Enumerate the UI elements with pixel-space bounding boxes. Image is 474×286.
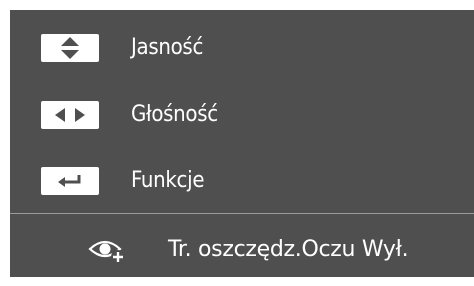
eye-saver-icon <box>87 235 129 269</box>
divider <box>10 213 474 214</box>
menu-item-brightness[interactable]: Jasność <box>10 34 474 94</box>
eye-saver-status-text: Tr. oszczędz.Oczu Wył. <box>168 237 409 262</box>
osd-menu-panel: Jasność Głośność Funkcje Tr. oszczędz.Oc… <box>10 10 474 277</box>
menu-item-volume[interactable]: Głośność <box>10 101 474 161</box>
enter-return-icon <box>41 167 99 195</box>
eye-saver-status: Tr. oszczędz.Oczu Wył. <box>10 235 474 265</box>
menu-item-label: Głośność <box>131 102 218 127</box>
menu-item-functions[interactable]: Funkcje <box>10 167 474 227</box>
menu-item-label: Jasność <box>131 35 204 60</box>
left-right-arrows-icon <box>41 101 99 129</box>
menu-item-label: Funkcje <box>131 168 205 193</box>
up-down-arrows-icon <box>41 34 99 62</box>
